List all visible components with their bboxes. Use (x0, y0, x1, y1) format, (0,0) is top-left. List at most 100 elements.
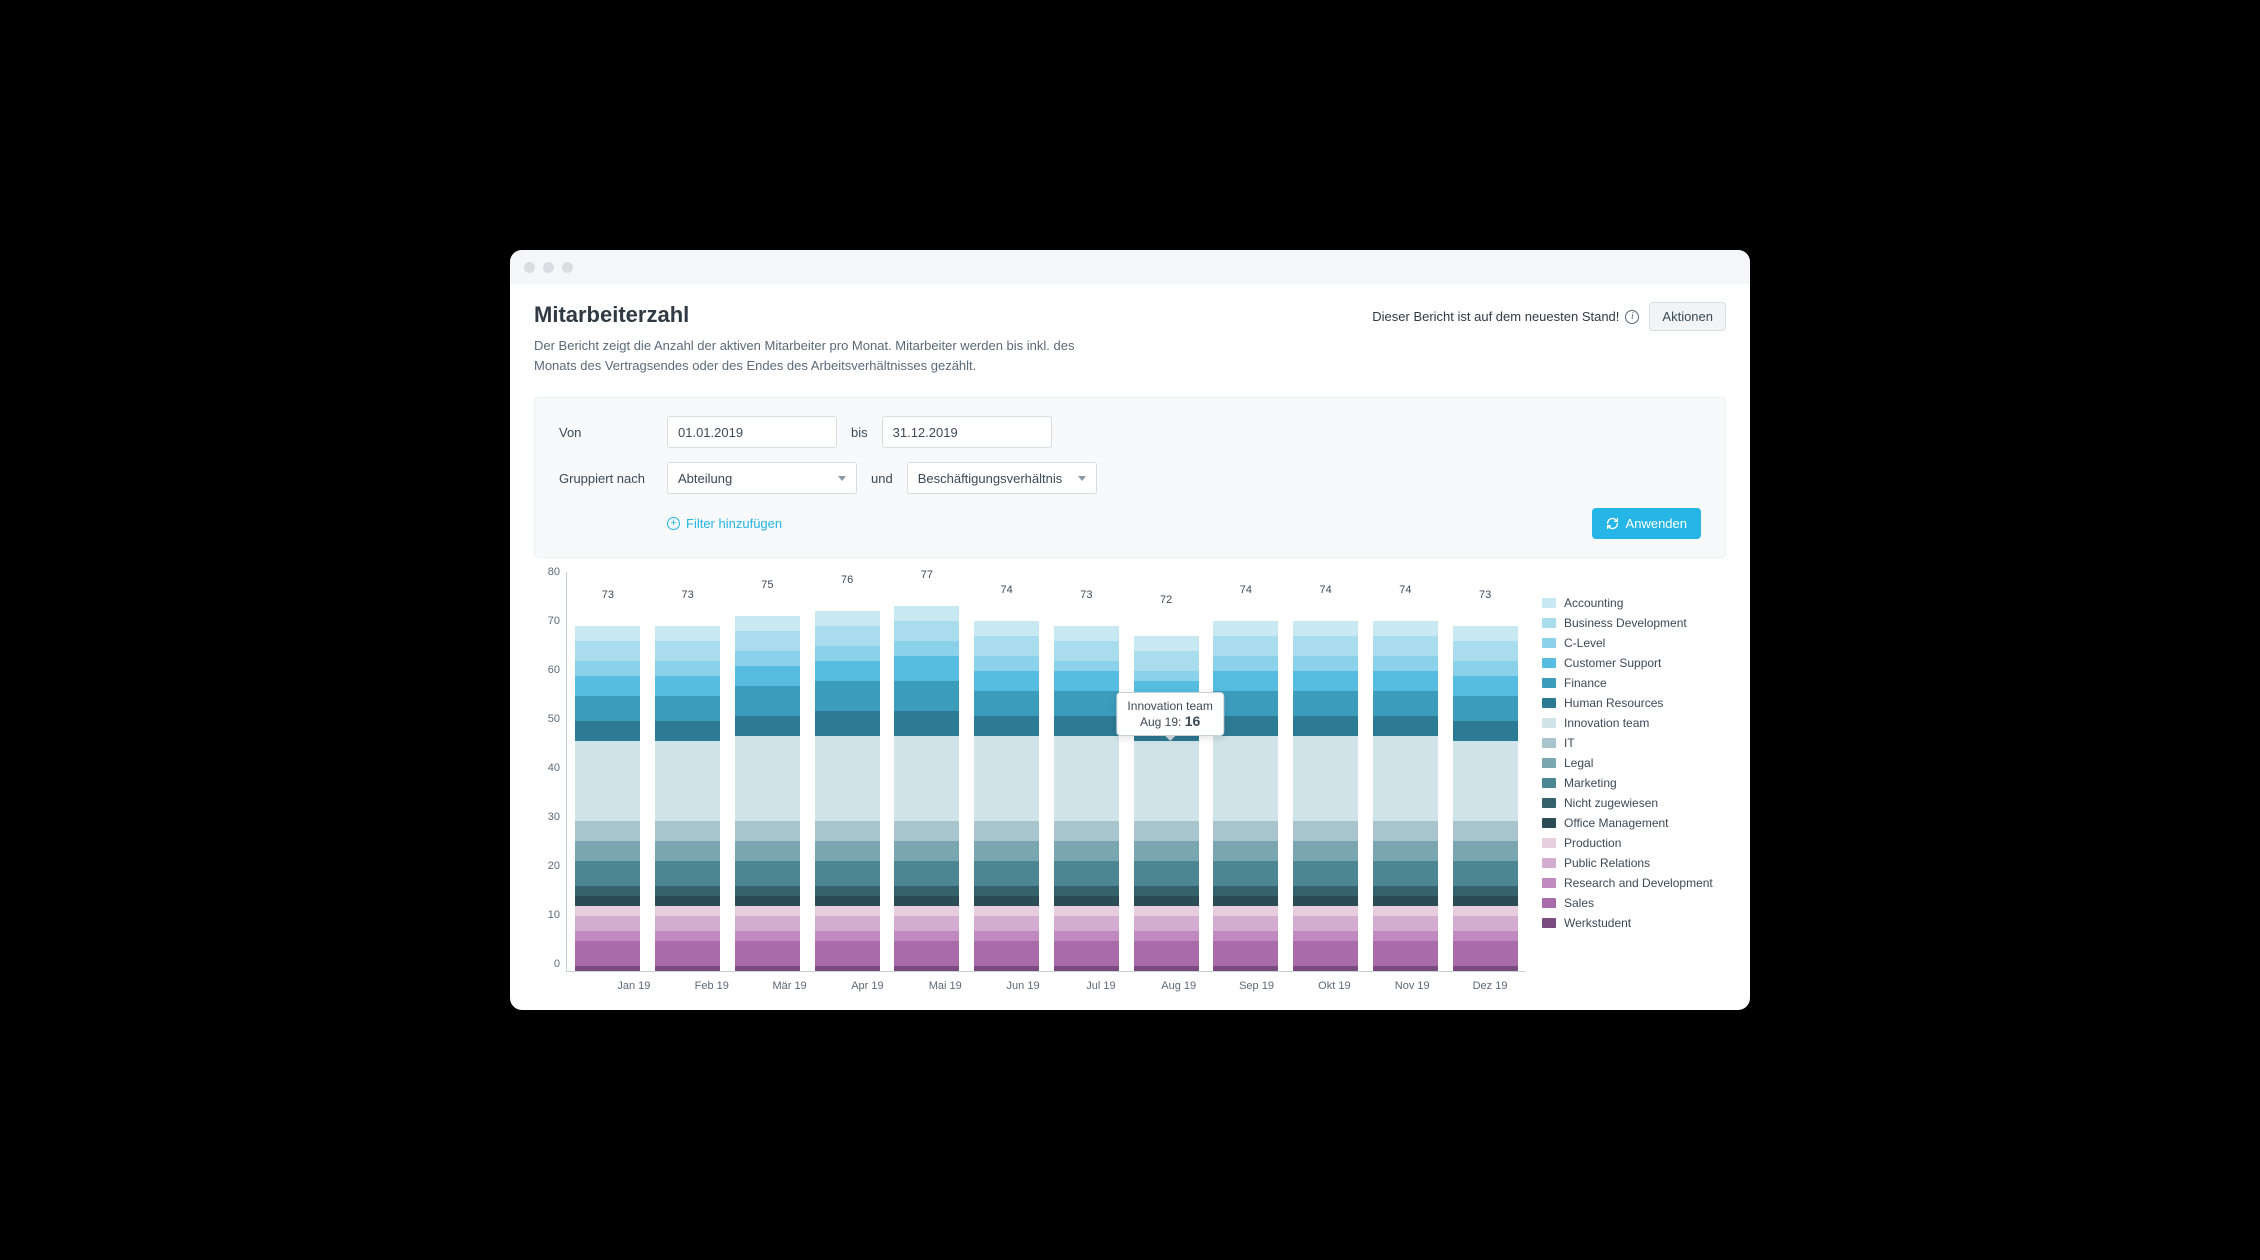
bar-segment[interactable] (894, 681, 959, 711)
bar-segment[interactable] (1293, 656, 1358, 671)
bar-segment[interactable] (815, 941, 880, 966)
bar-segment[interactable] (1134, 861, 1199, 886)
legend-item[interactable]: Public Relations (1542, 856, 1726, 870)
bar-segment[interactable] (815, 931, 880, 941)
bar-segment[interactable] (1213, 931, 1278, 941)
bar-segment[interactable] (735, 966, 800, 971)
bar-segment[interactable] (1054, 941, 1119, 966)
bar-segment[interactable] (974, 916, 1039, 931)
bar-segment[interactable] (655, 966, 720, 971)
bar-segment[interactable] (655, 821, 720, 841)
bar-segment[interactable] (655, 931, 720, 941)
legend-item[interactable]: Accounting (1542, 596, 1726, 610)
bar-segment[interactable] (735, 841, 800, 861)
bar-segment[interactable] (1373, 886, 1438, 896)
bar-segment[interactable] (815, 841, 880, 861)
bar-stack[interactable] (894, 586, 959, 971)
bar-segment[interactable] (1134, 941, 1199, 966)
legend-item[interactable]: Werkstudent (1542, 916, 1726, 930)
bar-segment[interactable] (974, 886, 1039, 896)
bar-segment[interactable] (1134, 636, 1199, 651)
bar-segment[interactable] (1213, 841, 1278, 861)
bar-segment[interactable] (974, 736, 1039, 821)
bar-segment[interactable] (815, 821, 880, 841)
bar-segment[interactable] (1134, 671, 1199, 681)
bar-segment[interactable] (1213, 966, 1278, 971)
apply-button[interactable]: Anwenden (1592, 508, 1701, 539)
bar-segment[interactable] (735, 616, 800, 631)
bar-stack[interactable] (815, 591, 880, 971)
bar-segment[interactable] (894, 606, 959, 621)
bar-segment[interactable] (815, 681, 880, 711)
bar-segment[interactable] (1054, 931, 1119, 941)
bar-segment[interactable] (735, 821, 800, 841)
info-icon[interactable]: i (1625, 310, 1639, 324)
bar-segment[interactable] (1213, 886, 1278, 896)
bar-segment[interactable] (894, 896, 959, 906)
bar-segment[interactable] (1373, 916, 1438, 931)
bar-segment[interactable] (815, 661, 880, 681)
bar-segment[interactable] (1373, 906, 1438, 916)
bar-segment[interactable] (735, 931, 800, 941)
bar-segment[interactable] (1293, 861, 1358, 886)
bar-segment[interactable] (1373, 621, 1438, 636)
bar-segment[interactable] (1054, 661, 1119, 671)
bar-segment[interactable] (1293, 916, 1358, 931)
bar-stack[interactable] (575, 606, 640, 971)
bar-segment[interactable] (974, 941, 1039, 966)
bar-segment[interactable] (655, 641, 720, 661)
bar-segment[interactable] (1213, 736, 1278, 821)
bar-segment[interactable] (1373, 636, 1438, 656)
bar-stack[interactable] (1373, 601, 1438, 971)
bar-segment[interactable] (894, 821, 959, 841)
bar-segment[interactable] (1453, 741, 1518, 821)
legend-item[interactable]: IT (1542, 736, 1726, 750)
bar-segment[interactable] (1453, 626, 1518, 641)
bar-segment[interactable] (1213, 636, 1278, 656)
bar-segment[interactable] (1453, 906, 1518, 916)
bar-segment[interactable] (575, 941, 640, 966)
bar-segment[interactable] (1453, 841, 1518, 861)
bar-segment[interactable] (894, 931, 959, 941)
bar-segment[interactable] (815, 626, 880, 646)
bar-segment[interactable] (575, 906, 640, 916)
bar-segment[interactable] (1054, 861, 1119, 886)
bar-segment[interactable] (735, 886, 800, 896)
bar-segment[interactable] (894, 941, 959, 966)
bar-segment[interactable] (1293, 636, 1358, 656)
bar-segment[interactable] (1293, 691, 1358, 716)
bar-segment[interactable] (894, 966, 959, 971)
bar-segment[interactable] (815, 646, 880, 661)
legend-item[interactable]: Customer Support (1542, 656, 1726, 670)
bar-segment[interactable] (655, 896, 720, 906)
bar-segment[interactable] (1054, 716, 1119, 736)
legend-item[interactable]: Human Resources (1542, 696, 1726, 710)
bar-segment[interactable] (1373, 841, 1438, 861)
legend-item[interactable]: C-Level (1542, 636, 1726, 650)
bar-segment[interactable] (815, 711, 880, 736)
legend-item[interactable]: Innovation team (1542, 716, 1726, 730)
bar-segment[interactable] (1134, 651, 1199, 671)
bar-segment[interactable] (1293, 821, 1358, 841)
bar-segment[interactable] (815, 611, 880, 626)
bar-segment[interactable] (575, 741, 640, 821)
bar-segment[interactable] (894, 861, 959, 886)
bar-segment[interactable] (1453, 721, 1518, 741)
bar-segment[interactable] (575, 696, 640, 721)
bar-segment[interactable] (1373, 896, 1438, 906)
bar-segment[interactable] (735, 941, 800, 966)
bar-segment[interactable] (1213, 671, 1278, 691)
bar-segment[interactable] (815, 886, 880, 896)
legend-item[interactable]: Production (1542, 836, 1726, 850)
bar-segment[interactable] (1293, 906, 1358, 916)
bar-segment[interactable] (735, 651, 800, 666)
bar-segment[interactable] (575, 641, 640, 661)
bar-segment[interactable] (1373, 716, 1438, 736)
add-filter-link[interactable]: + Filter hinzufügen (667, 516, 782, 531)
bar-segment[interactable] (575, 916, 640, 931)
bar-segment[interactable] (1373, 671, 1438, 691)
bar-segment[interactable] (1293, 671, 1358, 691)
bar-segment[interactable] (575, 841, 640, 861)
bar-segment[interactable] (735, 906, 800, 916)
bar-segment[interactable] (1293, 841, 1358, 861)
